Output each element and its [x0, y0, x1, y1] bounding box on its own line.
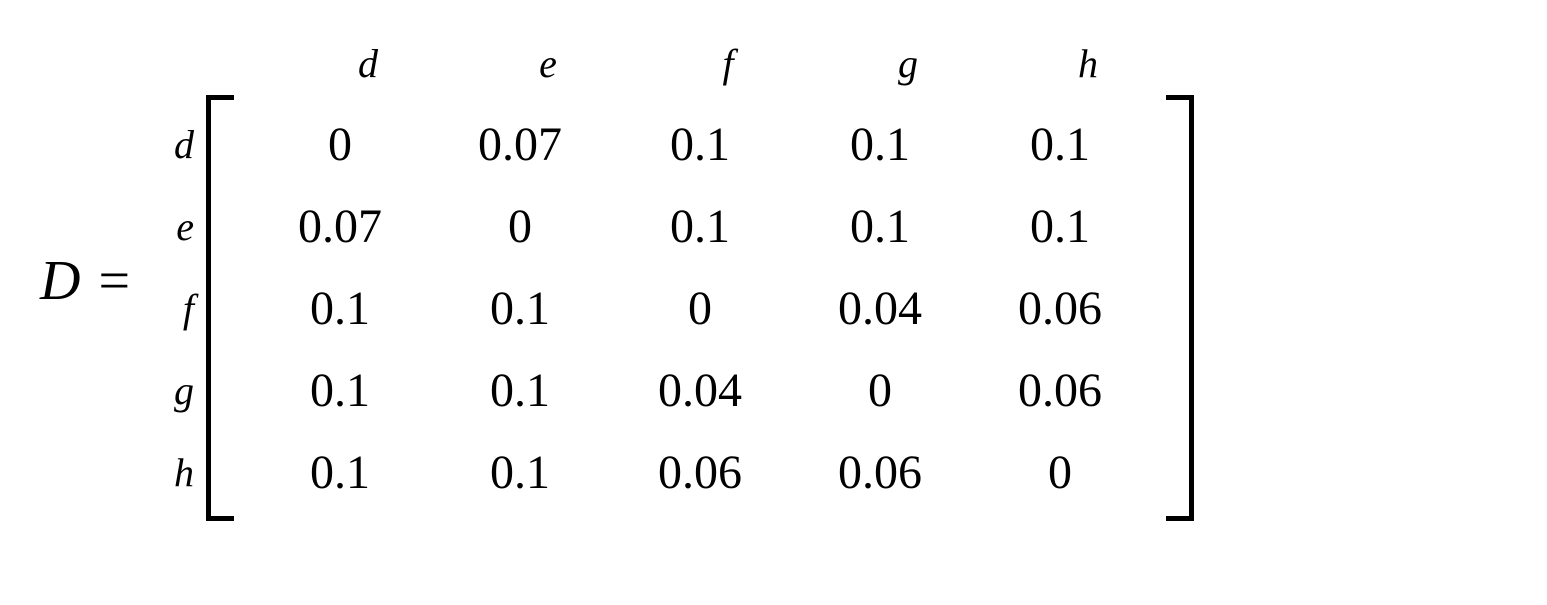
- equals-sign: =: [98, 249, 130, 313]
- matrix-name: D: [40, 249, 80, 313]
- matrix-cell: 0: [250, 117, 430, 172]
- matrix-cell: 0.1: [790, 117, 970, 172]
- matrix-cell: 0.1: [610, 117, 790, 172]
- matrix-cell: 0.06: [970, 281, 1150, 336]
- matrix-cell: 0.07: [250, 199, 430, 254]
- matrix-cell: 0.1: [430, 281, 610, 336]
- matrix-cell: 0.1: [250, 363, 430, 418]
- row-labels: d e f g h: [154, 95, 194, 521]
- matrix-equation: D = d e f g h d e f g h: [40, 40, 1507, 521]
- matrix-cell: 0.1: [430, 363, 610, 418]
- left-bracket: [206, 95, 234, 521]
- matrix: 0 0.07 0.1 0.1 0.1 0.07 0 0.1 0.1 0.1: [206, 95, 1194, 521]
- matrix-row: 0.07 0 0.1 0.1 0.1: [250, 185, 1150, 267]
- matrix-cell: 0.07: [430, 117, 610, 172]
- matrix-cell: 0: [430, 199, 610, 254]
- matrix-rhs: d e f g h d e f g h: [154, 40, 1194, 521]
- matrix-cell: 0.06: [970, 363, 1150, 418]
- matrix-cell: 0.1: [790, 199, 970, 254]
- matrix-row: 0.1 0.1 0.06 0.06 0: [250, 431, 1150, 513]
- matrix-row: 0.1 0.1 0 0.04 0.06: [250, 267, 1150, 349]
- right-bracket: [1166, 95, 1194, 521]
- matrix-cell: 0.1: [610, 199, 790, 254]
- matrix-cell: 0.06: [610, 445, 790, 500]
- row-label: e: [154, 185, 194, 267]
- col-header: h: [998, 40, 1178, 95]
- matrix-cell: 0.1: [430, 445, 610, 500]
- row-label: g: [154, 349, 194, 431]
- matrix-cell: 0: [610, 281, 790, 336]
- col-header: f: [638, 40, 818, 95]
- col-header: e: [458, 40, 638, 95]
- matrix-row: 0 0.07 0.1 0.1 0.1: [250, 103, 1150, 185]
- matrix-cell: 0.1: [970, 199, 1150, 254]
- matrix-cell: 0.04: [610, 363, 790, 418]
- row-label: h: [154, 431, 194, 513]
- matrix-body: 0 0.07 0.1 0.1 0.1 0.07 0 0.1 0.1 0.1: [234, 95, 1166, 521]
- matrix-cell: 0: [790, 363, 970, 418]
- matrix-cell: 0.1: [970, 117, 1150, 172]
- matrix-cell: 0: [970, 445, 1150, 500]
- row-label: d: [154, 103, 194, 185]
- matrix-cell: 0.1: [250, 445, 430, 500]
- matrix-cell: 0.04: [790, 281, 970, 336]
- matrix-row: 0.1 0.1 0.04 0 0.06: [250, 349, 1150, 431]
- col-header: g: [818, 40, 998, 95]
- matrix-cell: 0.06: [790, 445, 970, 500]
- col-header: d: [278, 40, 458, 95]
- col-headers: d e f g h: [194, 40, 1194, 95]
- row-label: f: [154, 267, 194, 349]
- matrix-cell: 0.1: [250, 281, 430, 336]
